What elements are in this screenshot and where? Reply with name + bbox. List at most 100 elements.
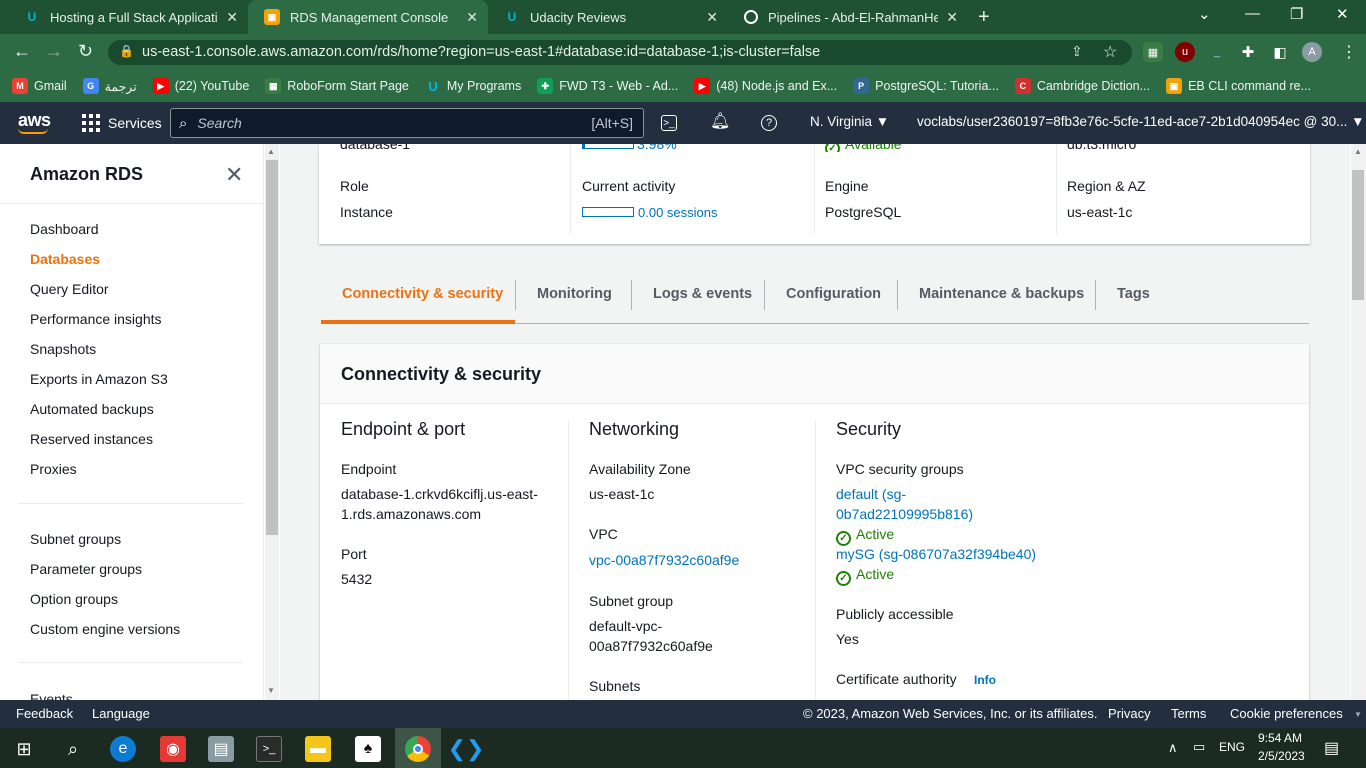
cookie-preferences-link[interactable]: Cookie preferences: [1230, 706, 1343, 721]
sidebar-item-databases[interactable]: Databases: [30, 251, 100, 267]
help-icon[interactable]: ?: [761, 115, 777, 131]
network-icon[interactable]: ▭: [1193, 739, 1205, 755]
bookmark-nodejs[interactable]: ▶ (48) Node.js and Ex...: [694, 78, 837, 94]
close-icon[interactable]: ✕: [466, 9, 478, 26]
menu-kebab-icon[interactable]: ⋮: [1341, 42, 1357, 62]
puzzle-extensions-icon[interactable]: ✚: [1238, 42, 1258, 62]
bookmark-star-icon[interactable]: ☆: [1103, 42, 1117, 62]
region-selector[interactable]: N. Virginia ▼: [810, 114, 889, 129]
clock-time[interactable]: 9:54 AM: [1258, 731, 1302, 745]
tab-connectivity-security[interactable]: Connectivity & security: [342, 286, 503, 302]
bookmark-translate[interactable]: G ترجمة: [82, 78, 137, 94]
tab-logs-events[interactable]: Logs & events: [653, 286, 752, 302]
close-icon[interactable]: ✕: [706, 9, 718, 26]
close-icon[interactable]: ✕: [226, 9, 238, 26]
terminal-icon[interactable]: >_: [256, 736, 282, 762]
scroll-down-icon[interactable]: ▼: [1354, 710, 1362, 719]
sidebar-item-performance-insights[interactable]: Performance insights: [30, 311, 162, 327]
bookmark-gmail[interactable]: M Gmail: [12, 78, 67, 94]
forward-icon[interactable]: →: [45, 41, 63, 62]
url-text[interactable]: us-east-1.console.aws.amazon.com/rds/hom…: [142, 44, 820, 60]
solitaire-icon[interactable]: ♠: [355, 736, 381, 762]
lock-icon[interactable]: 🔒: [119, 44, 134, 58]
tab-configuration[interactable]: Configuration: [786, 286, 881, 302]
privacy-link[interactable]: Privacy: [1108, 706, 1151, 721]
main-scroll-thumb[interactable]: [1352, 170, 1364, 300]
chevron-up-icon[interactable]: ∧: [1168, 740, 1178, 756]
bookmark-youtube[interactable]: ▶ (22) YouTube: [152, 78, 249, 94]
tab-tags[interactable]: Tags: [1117, 286, 1150, 302]
subnet-group-line2[interactable]: 00a87f7932c60af9e: [589, 638, 713, 654]
chrome-icon[interactable]: [405, 736, 431, 762]
sg-default-link-line1[interactable]: default (sg-: [836, 486, 906, 502]
close-sidebar-icon[interactable]: ✕: [225, 162, 243, 188]
new-tab-button[interactable]: +: [978, 6, 990, 29]
sidebar-item-proxies[interactable]: Proxies: [30, 461, 77, 477]
sidebar-item-reserved-instances[interactable]: Reserved instances: [30, 431, 153, 447]
vpc-link[interactable]: vpc-00a87f7932c60af9e: [589, 552, 739, 568]
bookmark-eb-cli[interactable]: ▣ EB CLI command re...: [1166, 78, 1311, 94]
sidebar-scroll-thumb[interactable]: [266, 160, 278, 535]
sidebar-item-query-editor[interactable]: Query Editor: [30, 281, 109, 297]
bell-icon[interactable]: 🔔︎: [710, 111, 730, 131]
close-icon[interactable]: ✕: [946, 9, 958, 26]
feedback-link[interactable]: Feedback: [16, 706, 73, 721]
roboform-extension-icon[interactable]: ▦: [1143, 42, 1163, 62]
terms-link[interactable]: Terms: [1171, 706, 1206, 721]
photos-icon[interactable]: ▤: [208, 736, 234, 762]
sidebar-item-events[interactable]: Events: [30, 691, 73, 700]
search-input[interactable]: ⌕ Search [Alt+S]: [170, 108, 644, 138]
bookmark-my-programs[interactable]: U My Programs: [425, 78, 521, 94]
info-link[interactable]: Info: [974, 673, 996, 687]
sidebar-item-exports-s3[interactable]: Exports in Amazon S3: [30, 371, 168, 387]
edge-icon[interactable]: e: [110, 736, 136, 762]
language-link[interactable]: Language: [92, 706, 150, 721]
search-icon[interactable]: ⌕: [60, 736, 86, 762]
sidebar-item-parameter-groups[interactable]: Parameter groups: [30, 561, 142, 577]
tab-maintenance-backups[interactable]: Maintenance & backups: [919, 286, 1084, 302]
tab-monitoring[interactable]: Monitoring: [537, 286, 612, 302]
activity-value[interactable]: 0.00 sessions: [638, 205, 718, 220]
clock-date[interactable]: 2/5/2023: [1258, 749, 1305, 763]
scroll-up-icon[interactable]: ▲: [1354, 147, 1362, 156]
bookmark-postgresql[interactable]: P PostgreSQL: Tutoria...: [853, 78, 999, 94]
account-menu[interactable]: voclabs/user2360197=8fb3e76c-5cfe-11ed-a…: [917, 114, 1365, 129]
browser-tab[interactable]: Pipelines - Abd-El-RahmanHemid ✕: [728, 0, 968, 34]
sg-mysg-link[interactable]: mySG (sg-086707a32f394be40): [836, 546, 1036, 562]
browser-tab[interactable]: U Udacity Reviews ✕: [488, 0, 728, 34]
sidebar-item-snapshots[interactable]: Snapshots: [30, 341, 96, 357]
sg-default-link-line2[interactable]: 0b7ad22109995b816): [836, 506, 973, 522]
scroll-up-icon[interactable]: ▲: [267, 147, 275, 156]
sidebar-item-custom-engine-versions[interactable]: Custom engine versions: [30, 621, 180, 637]
close-window-icon[interactable]: ✕: [1336, 5, 1349, 23]
file-explorer-icon[interactable]: ▬: [305, 736, 331, 762]
browser-tab-active[interactable]: ▣ RDS Management Console ✕: [248, 0, 488, 34]
services-button[interactable]: Services: [82, 110, 162, 136]
bookmark-fwd[interactable]: ✚ FWD T3 - Web - Ad...: [537, 78, 678, 94]
vscode-icon[interactable]: ❮❯: [448, 736, 485, 762]
sidebar-item-automated-backups[interactable]: Automated backups: [30, 401, 154, 417]
minimize-icon[interactable]: —: [1245, 5, 1260, 22]
sidebar-item-dashboard[interactable]: Dashboard: [30, 221, 99, 237]
profile-avatar[interactable]: A: [1302, 42, 1322, 62]
bookmark-cambridge[interactable]: C Cambridge Diction...: [1014, 78, 1150, 94]
scroll-down-icon[interactable]: ▼: [267, 686, 275, 695]
screen-recorder-icon[interactable]: ◉: [160, 736, 186, 762]
ublock-extension-icon[interactable]: u: [1175, 42, 1195, 62]
extension-icon[interactable]: _: [1207, 42, 1227, 62]
sidebar-item-option-groups[interactable]: Option groups: [30, 591, 118, 607]
browser-tab[interactable]: U Hosting a Full Stack Application ✕: [8, 0, 248, 34]
subnet-group-line1[interactable]: default-vpc-: [589, 618, 662, 634]
back-icon[interactable]: ←: [13, 41, 31, 62]
tab-search-icon[interactable]: ⌄: [1198, 5, 1211, 23]
reload-icon[interactable]: ↻: [78, 41, 93, 62]
language-indicator[interactable]: ENG: [1219, 740, 1245, 754]
notifications-icon[interactable]: ▤: [1324, 738, 1339, 758]
share-icon[interactable]: ⇪: [1071, 43, 1083, 60]
side-panel-icon[interactable]: ◧: [1270, 42, 1290, 62]
windows-start-icon[interactable]: ⊞: [11, 736, 37, 762]
sidebar-item-subnet-groups[interactable]: Subnet groups: [30, 531, 121, 547]
bookmark-roboform[interactable]: ▦ RoboForm Start Page: [265, 78, 409, 94]
restore-icon[interactable]: ❐: [1290, 5, 1303, 23]
cloudshell-icon[interactable]: >_: [661, 115, 677, 131]
